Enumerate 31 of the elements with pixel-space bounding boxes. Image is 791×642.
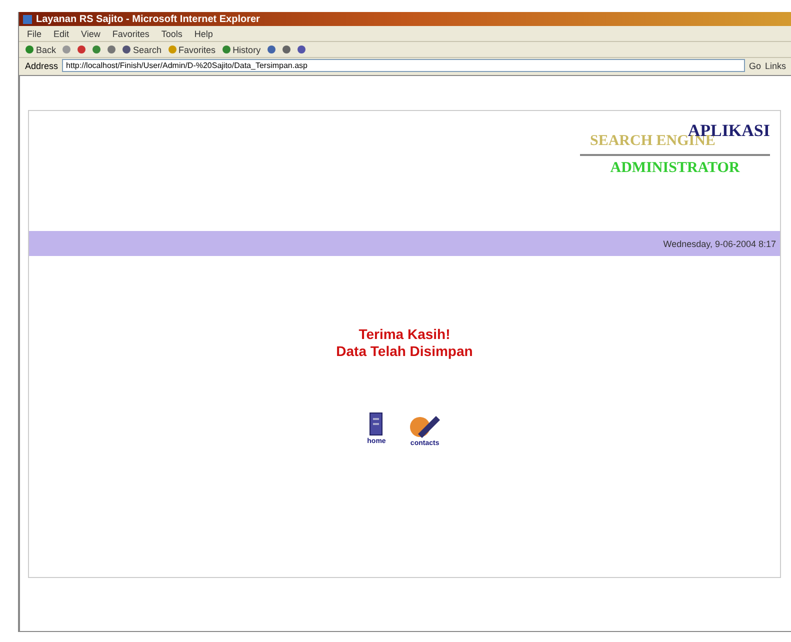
door-icon — [369, 412, 384, 436]
address-label: Address — [25, 60, 58, 70]
forward-button[interactable] — [62, 45, 72, 54]
toolbar-icon — [222, 45, 231, 54]
message-text: Data Telah Disimpan — [336, 343, 473, 360]
menu-item[interactable]: View — [81, 28, 100, 38]
mail-button[interactable] — [266, 45, 276, 54]
back-button[interactable]: Back — [25, 44, 56, 54]
logo-caption: ADMINISTRATOR — [610, 160, 740, 177]
stop-button[interactable] — [77, 45, 86, 54]
browser-icon — [23, 14, 32, 24]
links-button[interactable]: Links — [764, 60, 786, 70]
refresh-button[interactable] — [92, 45, 102, 54]
toolbar-icon — [25, 45, 34, 54]
window-title: Layanan RS Sajito - Microsoft Internet Explorer — [36, 14, 260, 24]
favorites-button[interactable]: Favorites — [168, 44, 216, 54]
menu-item[interactable]: Help — [194, 28, 213, 38]
message-text: Terima Kasih! — [358, 326, 450, 343]
menu-item[interactable]: Edit — [54, 28, 70, 38]
history-button[interactable]: History — [222, 44, 261, 54]
address-field[interactable]: http://localhost/Finish/User/Admin/D-%20Sajito/Data_Tersimpan.asp — [62, 59, 745, 72]
go-button[interactable]: Go — [748, 60, 761, 70]
search-button[interactable]: Search — [122, 44, 162, 54]
toolbar-icon — [168, 45, 177, 54]
menu-item[interactable]: Tools — [161, 28, 182, 38]
menu-item[interactable]: Favorites — [112, 28, 150, 38]
print-button[interactable] — [282, 45, 291, 54]
date-text: Wednesday, 9-06-2004 8:17 — [663, 238, 776, 248]
edit-button[interactable] — [296, 45, 306, 54]
menu-item[interactable]: File — [27, 28, 42, 38]
home-button[interactable] — [107, 45, 116, 54]
